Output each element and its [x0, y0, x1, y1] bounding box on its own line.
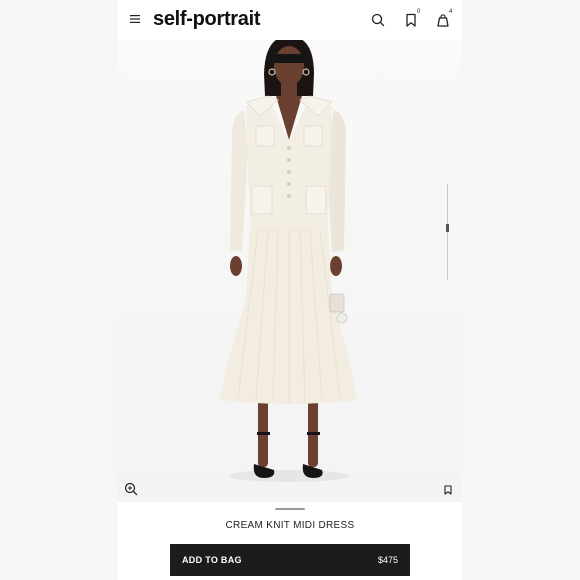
wishlist-count-badge: 0	[417, 9, 421, 15]
product-info-panel: CREAM KNIT MIDI DRESS ADD TO BAG $475	[118, 502, 462, 580]
image-scroll-track[interactable]	[447, 184, 448, 280]
screenshot-stage: self-portrait 0 4 CREAM KNIT MIDI DRESS …	[0, 0, 580, 580]
product-name: CREAM KNIT MIDI DRESS	[225, 520, 355, 531]
drawer-handle[interactable]	[275, 508, 305, 510]
model-illustration	[220, 36, 356, 482]
product-hero-image[interactable]	[118, 36, 462, 502]
add-to-bag-label: ADD TO BAG	[182, 555, 242, 565]
bag-count-badge: 4	[449, 9, 453, 15]
image-scroll-thumb[interactable]	[446, 224, 449, 232]
site-header: self-portrait 0 4	[118, 0, 462, 40]
brand-logo[interactable]: self-portrait	[153, 7, 261, 31]
product-price: $475	[377, 555, 398, 565]
mobile-viewport: self-portrait 0 4 CREAM KNIT MIDI DRESS …	[118, 0, 462, 580]
bookmark-icon[interactable]	[443, 485, 453, 495]
add-to-bag-button[interactable]: ADD TO BAG $475	[170, 544, 410, 576]
zoom-in-icon[interactable]	[124, 482, 138, 496]
search-icon[interactable]	[370, 12, 386, 28]
menu-icon[interactable]	[130, 14, 140, 24]
